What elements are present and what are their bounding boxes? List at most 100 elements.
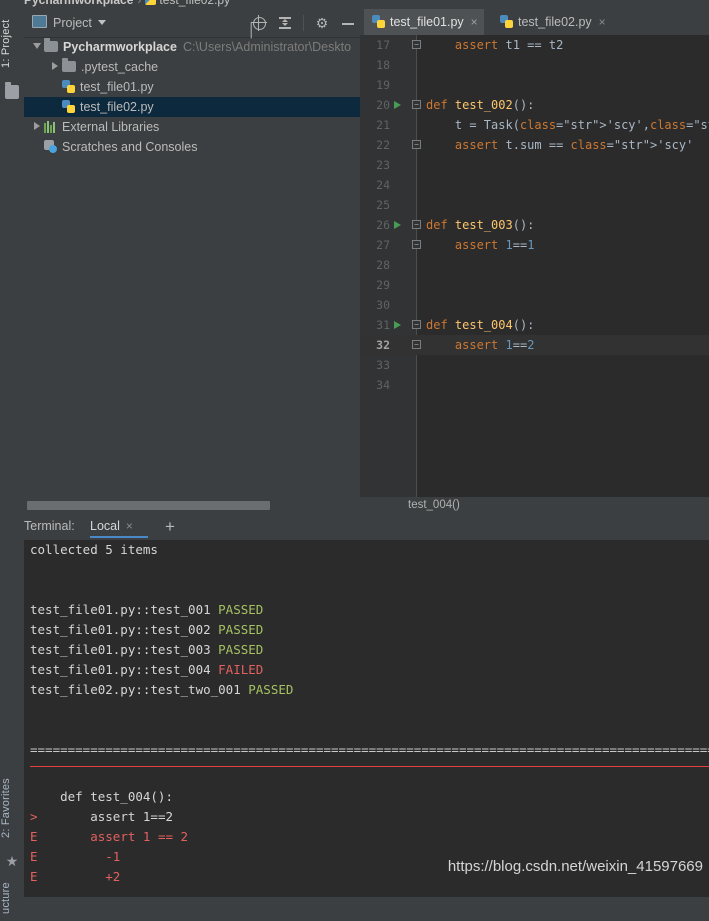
code-line[interactable]: 17 − assert t1 == t2 — [360, 35, 709, 55]
python-file-icon — [145, 0, 157, 5]
editor-breadcrumb[interactable]: test_004() — [360, 497, 709, 513]
terminal-line: test_file01.py::test_001 PASSED — [24, 600, 709, 620]
python-file-icon — [500, 15, 513, 28]
chevron-down-icon[interactable] — [97, 20, 106, 25]
code-text: def test_003(): — [426, 218, 535, 232]
test-status: PASSED — [218, 642, 264, 657]
code-text: t = Task(class="str">'scy',class="str">'… — [426, 118, 709, 132]
separator-text: ========================================… — [30, 742, 709, 757]
code-line[interactable]: 20 − def test_002(): — [360, 95, 709, 115]
gear-icon[interactable]: ⚙ — [314, 15, 330, 31]
run-test-icon[interactable] — [394, 321, 401, 329]
error-marker: E — [30, 869, 38, 884]
tree-row-pytest-cache[interactable]: .pytest_cache — [24, 57, 360, 77]
code-line[interactable]: 34 — [360, 375, 709, 395]
code-line[interactable]: 29 — [360, 275, 709, 295]
code-fold-icon[interactable]: − — [412, 240, 421, 249]
expand-arrow[interactable] — [48, 57, 62, 77]
editor-tab-label: test_file01.py — [390, 15, 464, 29]
expand-arrow[interactable] — [30, 117, 44, 137]
new-terminal-button[interactable]: + — [165, 513, 175, 540]
project-panel-title-label: Project — [53, 16, 92, 30]
line-number: 27 — [376, 238, 390, 252]
editor-tab-test-file01[interactable]: test_file01.py × — [364, 9, 484, 37]
close-icon[interactable]: × — [599, 15, 606, 29]
code-text: def test_004(): — [426, 318, 535, 332]
code-line[interactable]: 28 — [360, 255, 709, 275]
code-line[interactable]: 19 — [360, 75, 709, 95]
tree-row-external-libraries[interactable]: External Libraries — [24, 117, 360, 137]
terminal-tab-local[interactable]: Local × — [90, 513, 148, 540]
library-icon — [44, 121, 57, 133]
code-line[interactable]: 24 — [360, 175, 709, 195]
trace-text: assert 1==2 — [37, 809, 173, 824]
run-test-icon[interactable] — [394, 221, 401, 229]
code-line[interactable]: 32 − assert 1==2 — [360, 335, 709, 355]
tree-item-label: Pycharmworkplace — [63, 40, 177, 54]
code-editor: test_file01.py × test_file02.py × 17 − asse… — [360, 9, 709, 513]
code-fold-icon[interactable]: − — [412, 220, 421, 229]
project-horizontal-scrollbar[interactable] — [24, 500, 360, 511]
error-marker: E — [30, 829, 38, 844]
close-icon[interactable]: × — [126, 519, 133, 533]
code-line[interactable]: 30 — [360, 295, 709, 315]
folder-icon — [5, 82, 19, 99]
line-number: 32 — [376, 338, 390, 352]
code-line[interactable]: 27 − assert 1==1 — [360, 235, 709, 255]
code-line[interactable]: 33 — [360, 355, 709, 375]
breadcrumb-project[interactable]: Pycharmworkplace — [24, 0, 133, 7]
code-fold-icon[interactable]: − — [412, 40, 421, 49]
code-line[interactable]: 23 — [360, 155, 709, 175]
terminal-line: test_file02.py::test_two_001 PASSED — [24, 680, 709, 700]
test-id: test_file01.py::test_002 — [30, 622, 219, 637]
line-number: 34 — [376, 378, 390, 392]
tree-row-test-file02[interactable]: test_file02.py — [24, 97, 360, 117]
locate-icon[interactable] — [251, 15, 267, 31]
code-fold-icon[interactable]: − — [412, 320, 421, 329]
code-line[interactable]: 22 − assert t.sum == class="str">'scy' — [360, 135, 709, 155]
code-line[interactable]: 21 t = Task(class="str">'scy',class="str… — [360, 115, 709, 135]
terminal-tool-window: Terminal: Local × + collected 5 items tes… — [24, 513, 709, 897]
run-test-icon[interactable] — [394, 101, 401, 109]
folder-icon — [44, 38, 58, 52]
collapse-all-icon[interactable] — [277, 15, 293, 31]
code-line[interactable]: 26 − def test_003(): — [360, 215, 709, 235]
code-line[interactable]: 18 — [360, 55, 709, 75]
test-id: test_file01.py::test_001 — [30, 602, 219, 617]
scrollbar-thumb[interactable] — [27, 501, 270, 510]
editor-tab-test-file02[interactable]: test_file02.py × — [492, 9, 612, 35]
tree-row-project-root[interactable]: Pycharmworkplace C:\Users\Administrator\D… — [24, 37, 360, 57]
error-text: -1 — [37, 849, 121, 864]
code-fold-icon[interactable]: − — [412, 340, 421, 349]
close-icon[interactable]: × — [471, 15, 478, 29]
terminal-line: test_file01.py::test_002 PASSED — [24, 620, 709, 640]
tool-window-button-structure[interactable]: ucture — [0, 875, 24, 921]
project-panel-actions: ⚙ — [251, 9, 356, 37]
tree-row-scratches[interactable]: Scratches and Consoles — [24, 137, 360, 157]
code-line[interactable]: 31 − def test_004(): — [360, 315, 709, 335]
left-tool-strip: 1: Project 2: Favorites ★ ucture — [0, 9, 25, 914]
code-fold-icon[interactable]: − — [412, 140, 421, 149]
tool-window-button-favorites[interactable]: 2: Favorites — [0, 769, 24, 847]
editor-lines: 17− assert t1 == t2 18 19 20− def test_002()… — [360, 35, 709, 395]
breadcrumb-file[interactable]: test_file02.py — [159, 0, 230, 7]
project-panel-toolbar: Project ⚙ — [24, 9, 360, 38]
project-panel-title[interactable]: Project — [32, 9, 106, 37]
editor-code-area[interactable]: 17− assert t1 == t2 18 19 20− def test_002()… — [360, 35, 709, 497]
expand-arrow[interactable] — [30, 37, 44, 57]
tree-row-test-file01[interactable]: test_file01.py — [24, 77, 360, 97]
line-number: 24 — [376, 178, 390, 192]
python-file-icon — [372, 15, 385, 28]
terminal-output[interactable]: collected 5 items test_file01.py::test_0… — [24, 540, 709, 897]
project-tree[interactable]: Pycharmworkplace C:\Users\Administrator\D… — [24, 37, 360, 495]
test-status: PASSED — [218, 602, 264, 617]
folder-icon — [62, 58, 76, 72]
code-line[interactable]: 25 — [360, 195, 709, 215]
tool-window-button-project[interactable]: 1: Project — [0, 13, 24, 75]
terminal-line: test_file01.py::test_004 FAILED — [24, 660, 709, 680]
code-fold-icon[interactable]: − — [412, 100, 421, 109]
minimize-icon[interactable] — [340, 15, 356, 31]
python-file-icon — [62, 80, 75, 93]
